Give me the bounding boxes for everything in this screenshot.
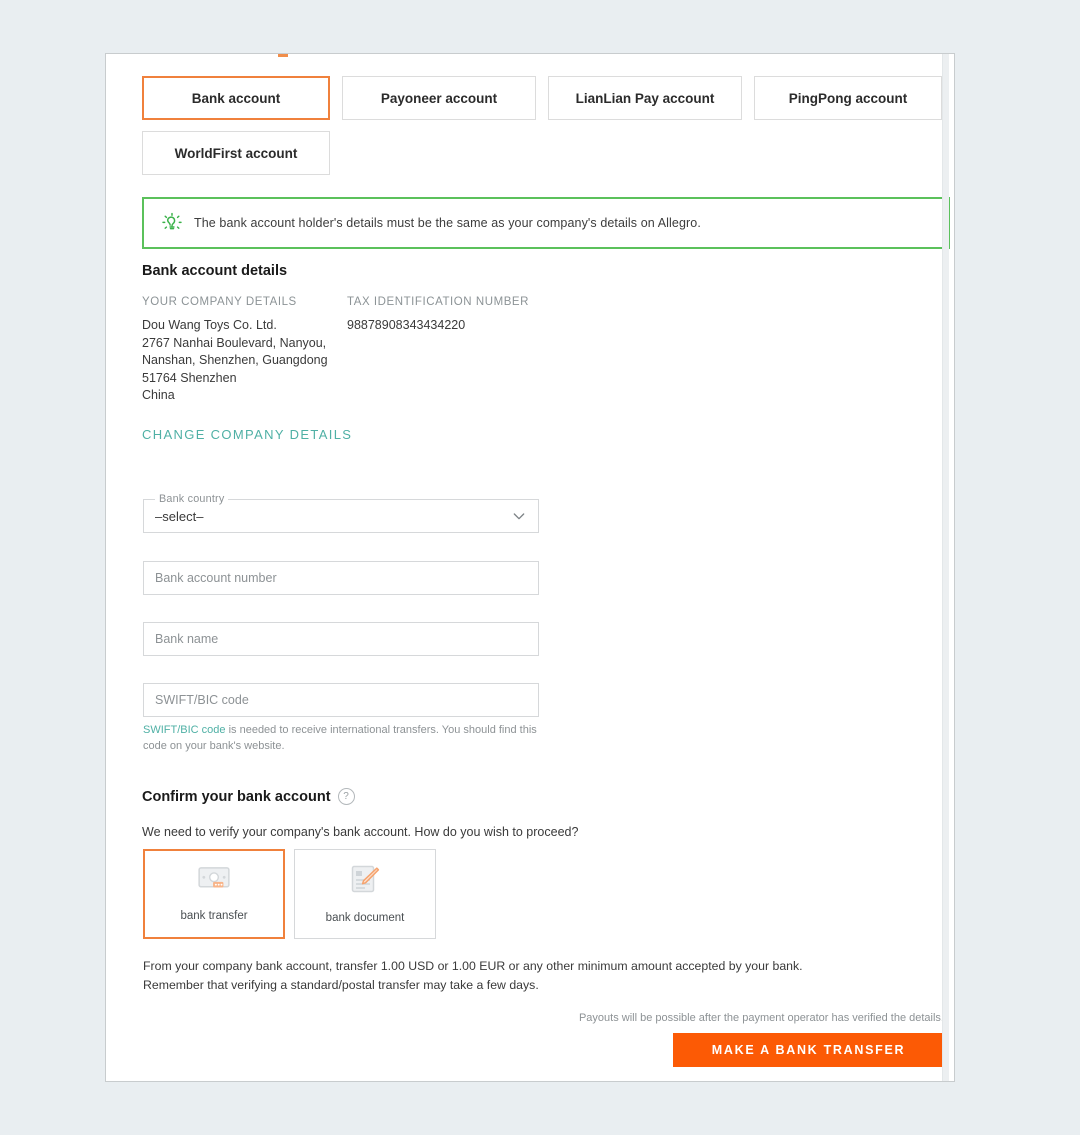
- tab-bank-account[interactable]: Bank account: [142, 76, 330, 120]
- company-address-line-2: Nanshan, Shenzhen, Guangdong: [142, 352, 347, 370]
- chevron-down-icon: [511, 508, 527, 524]
- banknote-icon: [198, 866, 230, 897]
- company-name: Dou Wang Toys Co. Ltd.: [142, 317, 347, 335]
- tax-details-column: TAX IDENTIFICATION NUMBER 98878908343434…: [347, 296, 677, 405]
- panel-content-area: Bank account Payoneer account LianLian P…: [106, 54, 949, 1081]
- company-details-block: YOUR COMPANY DETAILS Dou Wang Toys Co. L…: [142, 296, 677, 405]
- tab-lianlian-pay-account[interactable]: LianLian Pay account: [548, 76, 742, 120]
- confirm-title-text: Confirm your bank account: [142, 789, 331, 805]
- swift-helper-text: SWIFT/BIC code is needed to receive inte…: [143, 723, 538, 754]
- account-type-tabs: Bank account Payoneer account LianLian P…: [142, 76, 952, 186]
- transfer-instructions-line-2: Remember that verifying a standard/posta…: [143, 976, 943, 995]
- page-root: Bank account Payoneer account LianLian P…: [0, 0, 1080, 1135]
- info-banner-text: The bank account holder's details must b…: [194, 216, 701, 230]
- tab-row-primary: Bank account Payoneer account LianLian P…: [142, 76, 952, 120]
- bank-country-select[interactable]: Bank country –select–: [143, 499, 539, 533]
- tab-label: WorldFirst account: [175, 146, 298, 161]
- tax-id-value: 98878908343434220: [347, 317, 677, 335]
- tab-worldfirst-account[interactable]: WorldFirst account: [142, 131, 330, 175]
- swift-bic-placeholder: SWIFT/BIC code: [155, 693, 249, 707]
- transfer-instructions-line-1: From your company bank account, transfer…: [143, 957, 943, 976]
- verification-options: bank transfer: [143, 849, 436, 939]
- confirm-subtitle: We need to verify your company's bank ac…: [142, 825, 578, 839]
- make-a-bank-transfer-button[interactable]: MAKE A BANK TRANSFER: [673, 1033, 944, 1067]
- option-label: bank document: [326, 912, 405, 924]
- question-mark-icon[interactable]: ?: [338, 788, 355, 805]
- company-postal-city: 51764 Shenzhen: [142, 370, 347, 388]
- option-bank-document[interactable]: bank document: [294, 849, 436, 939]
- tab-label: PingPong account: [789, 91, 908, 106]
- bank-country-value: –select–: [155, 509, 203, 524]
- bank-account-number-placeholder: Bank account number: [155, 571, 277, 585]
- tax-id-label: TAX IDENTIFICATION NUMBER: [347, 296, 677, 308]
- company-details-label: YOUR COMPANY DETAILS: [142, 296, 347, 308]
- transfer-instructions: From your company bank account, transfer…: [143, 957, 943, 995]
- swift-bic-code-input[interactable]: SWIFT/BIC code: [143, 683, 539, 717]
- cut-off-element-sliver: [278, 54, 288, 57]
- company-address-line-1: 2767 Nanhai Boulevard, Nanyou,: [142, 335, 347, 353]
- bank-account-number-input[interactable]: Bank account number: [143, 561, 539, 595]
- tab-pingpong-account[interactable]: PingPong account: [754, 76, 942, 120]
- company-details-column: YOUR COMPANY DETAILS Dou Wang Toys Co. L…: [142, 296, 347, 405]
- tab-row-secondary: WorldFirst account: [142, 131, 952, 175]
- settings-panel: Bank account Payoneer account LianLian P…: [105, 53, 955, 1082]
- info-banner: The bank account holder's details must b…: [142, 197, 950, 249]
- bank-name-input[interactable]: Bank name: [143, 622, 539, 656]
- tab-label: LianLian Pay account: [576, 91, 715, 106]
- tab-label: Payoneer account: [381, 91, 497, 106]
- company-country: China: [142, 387, 347, 405]
- option-label: bank transfer: [180, 910, 247, 922]
- change-company-details-link[interactable]: CHANGE COMPANY DETAILS: [142, 427, 352, 442]
- tab-payoneer-account[interactable]: Payoneer account: [342, 76, 536, 120]
- payout-note: Payouts will be possible after the payme…: [579, 1012, 944, 1024]
- tab-label: Bank account: [192, 91, 281, 106]
- bank-country-label: Bank country: [155, 493, 228, 505]
- panel-scrollbar[interactable]: [942, 54, 949, 1081]
- swift-bic-code-link[interactable]: SWIFT/BIC code: [143, 724, 226, 736]
- bank-name-placeholder: Bank name: [155, 632, 218, 646]
- option-bank-transfer[interactable]: bank transfer: [143, 849, 285, 939]
- lightbulb-icon: [150, 212, 194, 234]
- confirm-bank-account-title: Confirm your bank account ?: [142, 788, 355, 805]
- document-pencil-icon: [350, 864, 380, 899]
- bank-account-details-title: Bank account details: [142, 263, 287, 279]
